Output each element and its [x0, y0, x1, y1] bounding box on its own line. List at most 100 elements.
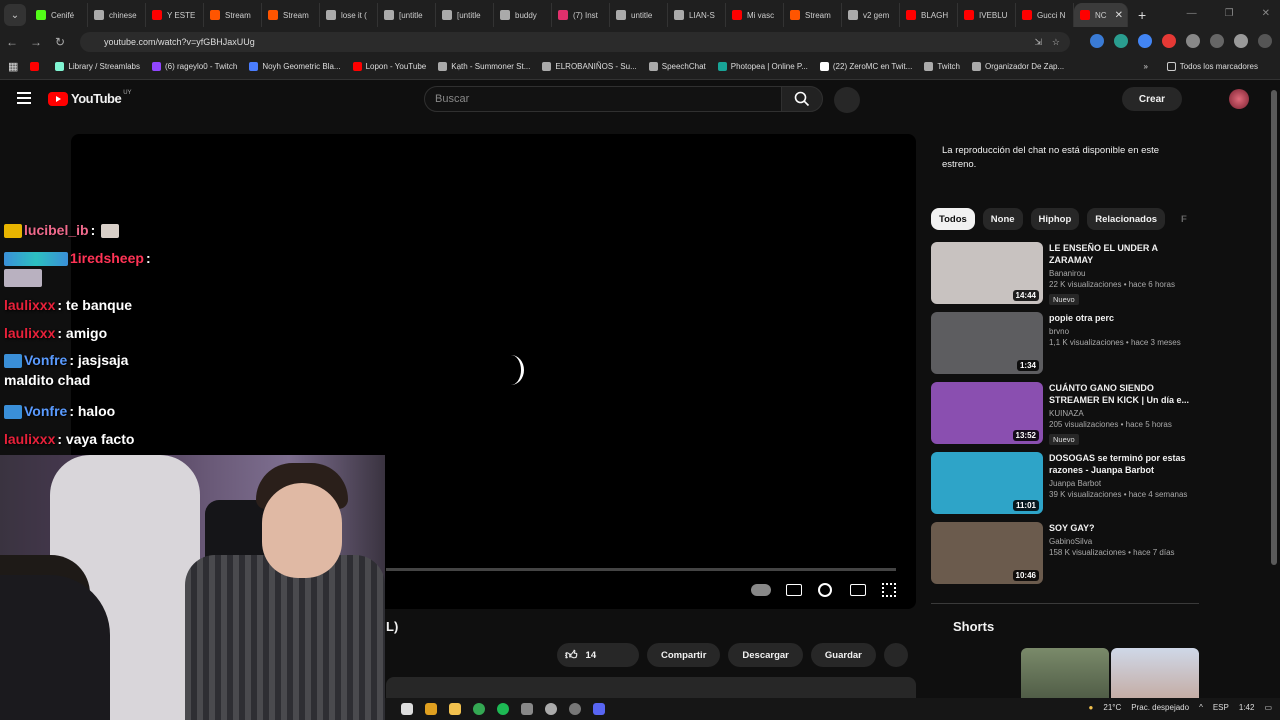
browser-tab[interactable]: IVEBLU [958, 3, 1016, 27]
clock[interactable]: 1:42 [1239, 703, 1255, 712]
notifications-icon[interactable]: ▭ [1264, 703, 1272, 712]
maximize-button[interactable]: ❐ [1225, 8, 1234, 19]
apps-icon[interactable]: ▦ [8, 60, 18, 73]
save-button[interactable]: Guardar [810, 643, 876, 667]
share-button[interactable]: Compartir [647, 643, 721, 667]
browser-tab[interactable]: buddy [494, 3, 552, 27]
extension-icon[interactable] [1090, 34, 1104, 48]
browser-tab[interactable]: Stream [262, 3, 320, 27]
bookmark-item[interactable] [30, 62, 43, 71]
progress-bar[interactable] [386, 568, 896, 571]
tray-chevron-icon[interactable]: ^ [1199, 703, 1203, 712]
theater-mode-icon[interactable] [850, 584, 866, 596]
extensions-puzzle-icon[interactable] [1186, 34, 1200, 48]
reload-icon[interactable]: ↻ [48, 35, 72, 49]
media-icon[interactable] [1210, 34, 1224, 48]
browser-tab[interactable]: Cenifé [30, 3, 88, 27]
extension-icon[interactable] [1114, 34, 1128, 48]
recommended-video[interactable]: 13:52 CUÁNTO GANO SIENDO STREAMER EN KICK… [931, 382, 1201, 452]
browser-tab[interactable]: untitle [610, 3, 668, 27]
bookmark-item[interactable]: (22) ZeroMC en Twit... [819, 62, 912, 71]
filter-chip[interactable]: Hiphop [1030, 208, 1080, 230]
bookmark-item[interactable]: ELROBANIÑOS - Su... [542, 62, 637, 71]
search-button[interactable] [781, 86, 823, 112]
bookmark-item[interactable]: (6) rageylo0 - Twitch [152, 62, 237, 71]
subtitles-icon[interactable] [786, 584, 802, 596]
file-explorer-icon[interactable] [449, 703, 461, 715]
more-bookmarks-icon[interactable]: » [1144, 62, 1148, 71]
create-button[interactable]: Crear [1122, 87, 1182, 111]
minimize-button[interactable]: — [1187, 8, 1197, 19]
recommended-video[interactable]: 10:46 SOY GAY? GabinoSilva 158 K visualizac… [931, 522, 1201, 592]
recommended-video[interactable]: 11:01 DOSOGAS se terminó por estas razone… [931, 452, 1201, 522]
browser-tab[interactable]: [untitle [378, 3, 436, 27]
profile-icon[interactable] [1234, 34, 1248, 48]
filter-chip[interactable]: F [1173, 208, 1195, 230]
app-icon[interactable] [521, 703, 533, 715]
browser-tab[interactable]: chinese [88, 3, 146, 27]
bookmark-item[interactable]: Kạth - Summoner St... [438, 62, 530, 71]
bookmark-item[interactable]: Organizador De Zap... [971, 62, 1064, 71]
video-thumbnail[interactable]: 13:52 [931, 382, 1043, 444]
tab-search-button[interactable]: ⌄ [4, 4, 26, 26]
forward-icon[interactable]: → [24, 35, 48, 49]
like-button[interactable]: 👍︎ 14 [557, 643, 639, 667]
scrollbar[interactable] [1271, 90, 1277, 565]
menu-icon[interactable] [17, 92, 31, 104]
recommended-video[interactable]: 1:34 popie otra perc brvno 1,1 K visualizac… [931, 312, 1201, 382]
settings-icon[interactable] [818, 583, 832, 597]
youtube-logo[interactable]: YouTube UY [48, 90, 132, 106]
bookmark-item[interactable]: Twitch [924, 62, 960, 71]
video-thumbnail[interactable]: 1:34 [931, 312, 1043, 374]
browser-tab[interactable]: [untitle [436, 3, 494, 27]
language-indicator[interactable]: ESP [1213, 703, 1229, 712]
close-window-button[interactable]: ✕ [1262, 8, 1270, 19]
adblock-icon[interactable] [1162, 34, 1176, 48]
bookmark-item[interactable]: Library / Streamlabs [55, 62, 140, 71]
bookmark-item[interactable]: Noyh Geometric Bla... [249, 62, 341, 71]
url-field[interactable]: youtube.com/watch?v=yfGBHJaxUUg ⇲ ☆ [80, 32, 1070, 52]
fullscreen-icon[interactable] [882, 583, 896, 597]
discord-icon[interactable] [593, 703, 605, 715]
bookmark-star-icon[interactable]: ☆ [1052, 37, 1060, 48]
more-actions-button[interactable] [883, 643, 908, 667]
filter-chip[interactable]: None [982, 208, 1023, 230]
autoplay-toggle[interactable] [751, 584, 771, 596]
extension-icon[interactable] [1138, 34, 1152, 48]
browser-tab[interactable]: Mi vasc [726, 3, 784, 27]
settings-icon[interactable] [569, 703, 581, 715]
video-thumbnail[interactable]: 10:46 [931, 522, 1043, 584]
avatar[interactable] [1229, 89, 1249, 109]
browser-tab[interactable]: Stream [784, 3, 842, 27]
bookmark-item[interactable]: Lopon - YouTube [352, 62, 426, 71]
browser-tab[interactable]: lose it ( [320, 3, 378, 27]
all-bookmarks-folder[interactable]: Todos los marcadores [1166, 62, 1258, 71]
task-view-icon[interactable] [401, 703, 413, 715]
bookmark-item[interactable]: SpeechChat [648, 62, 706, 71]
recommended-video[interactable]: 14:44 LE ENSEÑO EL UNDER A ZARAMAY Bananir… [931, 242, 1201, 312]
browser-tab[interactable]: NC ✕ [1074, 3, 1128, 27]
video-thumbnail[interactable]: 14:44 [931, 242, 1043, 304]
close-tab-icon[interactable]: ✕ [1115, 10, 1123, 21]
back-icon[interactable]: ← [0, 35, 24, 49]
install-icon[interactable]: ⇲ [1034, 37, 1042, 48]
bookmark-item[interactable]: Photopea | Online P... [717, 62, 808, 71]
new-tab-button[interactable]: + [1138, 7, 1146, 23]
chrome-icon[interactable] [473, 703, 485, 715]
browser-tab[interactable]: Gucci N [1016, 3, 1074, 27]
spotify-icon[interactable] [497, 703, 509, 715]
search-input[interactable]: Buscar [424, 86, 782, 112]
browser-tab[interactable]: LIAN-S [668, 3, 726, 27]
browser-tab[interactable]: Y ESTE [146, 3, 204, 27]
app-icon[interactable] [545, 703, 557, 715]
filter-chip[interactable]: Relacionados [1087, 208, 1166, 230]
browser-tab[interactable]: (7) Inst [552, 3, 610, 27]
browser-menu-icon[interactable] [1258, 34, 1272, 48]
browser-tab[interactable]: v2 gem [842, 3, 900, 27]
browser-tab[interactable]: Stream [204, 3, 262, 27]
voice-search-button[interactable] [834, 87, 860, 113]
video-thumbnail[interactable]: 11:01 [931, 452, 1043, 514]
browser-tab[interactable]: BLAGH [900, 3, 958, 27]
app-icon[interactable] [425, 703, 437, 715]
filter-chip[interactable]: Todos [931, 208, 975, 230]
